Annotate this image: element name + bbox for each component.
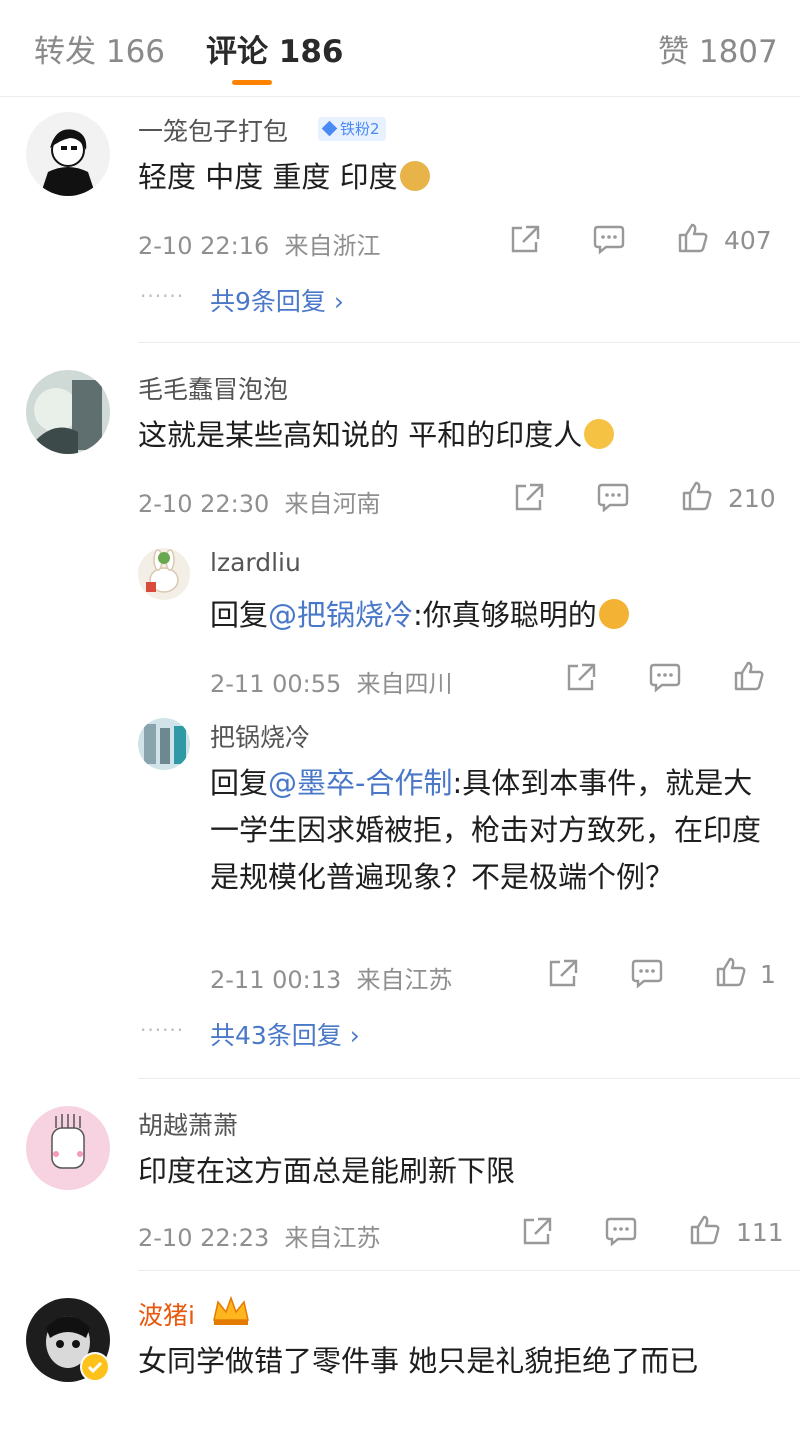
divider xyxy=(138,1270,800,1271)
tab-comment[interactable]: 评论 186 xyxy=(206,26,344,71)
username[interactable]: 一笼包子打包 xyxy=(138,112,288,148)
avatar[interactable] xyxy=(26,1106,110,1190)
comment-text: 轻度 中度 重度 印度 xyxy=(138,154,778,201)
avatar[interactable] xyxy=(138,548,190,600)
like-count: 210 xyxy=(728,484,776,513)
tab-like[interactable]: 赞 1807 xyxy=(658,26,778,71)
smirk-emoji-icon xyxy=(584,419,615,449)
comment-time: 2-10 22:30 来自河南 xyxy=(138,490,381,518)
tab-active-indicator xyxy=(232,80,272,85)
share-icon[interactable] xyxy=(508,223,542,255)
reply-text: 回复@把锅烧冷:你真够聪明的 xyxy=(210,592,780,639)
view-replies-link[interactable]: 共9条回复 › xyxy=(210,282,344,318)
comment-time: 2-10 22:23 来自江苏 xyxy=(138,1224,381,1252)
share-icon[interactable] xyxy=(546,957,580,989)
tab-repost[interactable]: 转发 166 xyxy=(34,26,165,71)
comment-icon[interactable] xyxy=(648,661,682,693)
avatar[interactable] xyxy=(26,370,110,454)
comment-icon[interactable] xyxy=(604,1215,638,1247)
ellipsis-icon: ······ xyxy=(140,1018,185,1042)
doge-emoji-icon xyxy=(399,161,430,191)
crown-badge-icon xyxy=(213,1295,249,1325)
username[interactable]: 毛毛蠢冒泡泡 xyxy=(138,370,288,406)
ellipsis-icon: ······ xyxy=(140,284,185,308)
like-icon[interactable] xyxy=(714,955,748,989)
username[interactable]: lzardliu xyxy=(210,548,301,577)
hug-emoji-icon xyxy=(598,599,629,629)
like-count: 1 xyxy=(760,960,776,989)
comment-text: 女同学做错了零件事 她只是礼貌拒绝了而已 xyxy=(138,1344,699,1378)
comment-text: 印度在这方面总是能刷新下限 xyxy=(138,1154,516,1188)
comment-tabs: 转发 166 评论 186 赞 1807 xyxy=(0,0,800,97)
comment-icon[interactable] xyxy=(630,957,664,989)
view-replies-link[interactable]: 共43条回复 › xyxy=(210,1016,360,1052)
fan-badge: 铁粉2 xyxy=(318,117,386,141)
share-icon[interactable] xyxy=(520,1215,554,1247)
avatar[interactable] xyxy=(138,718,190,770)
verified-icon xyxy=(80,1352,110,1382)
reply-time: 2-11 00:55 来自四川 xyxy=(210,670,453,698)
like-count: 407 xyxy=(724,226,772,255)
reply-time: 2-11 00:13 来自江苏 xyxy=(210,966,453,994)
comment-icon[interactable] xyxy=(596,481,630,513)
reply-text: 回复@墨卒-合作制:具体到本事件，就是大一学生因求婚被拒，枪击对方致死，在印度是… xyxy=(210,766,762,894)
like-icon[interactable] xyxy=(680,479,714,513)
comment-icon[interactable] xyxy=(592,223,626,255)
diamond-icon xyxy=(321,120,338,137)
like-icon[interactable] xyxy=(688,1213,722,1247)
username[interactable]: 把锅烧冷 xyxy=(210,718,310,754)
divider xyxy=(138,1078,800,1079)
comment-time: 2-10 22:16 来自浙江 xyxy=(138,232,381,260)
mention-link[interactable]: @墨卒-合作制 xyxy=(268,766,452,800)
share-icon[interactable] xyxy=(512,481,546,513)
like-icon[interactable] xyxy=(676,221,710,255)
username[interactable]: 胡越萧萧 xyxy=(138,1106,238,1142)
avatar[interactable] xyxy=(26,112,110,196)
username[interactable]: 波猪i xyxy=(138,1296,195,1332)
divider xyxy=(138,342,800,343)
like-count: 111 xyxy=(736,1218,784,1247)
share-icon[interactable] xyxy=(564,661,598,693)
comment-text: 这就是某些高知说的 平和的印度人 xyxy=(138,412,778,459)
mention-link[interactable]: @把锅烧冷 xyxy=(268,598,413,632)
like-icon[interactable] xyxy=(732,659,766,693)
